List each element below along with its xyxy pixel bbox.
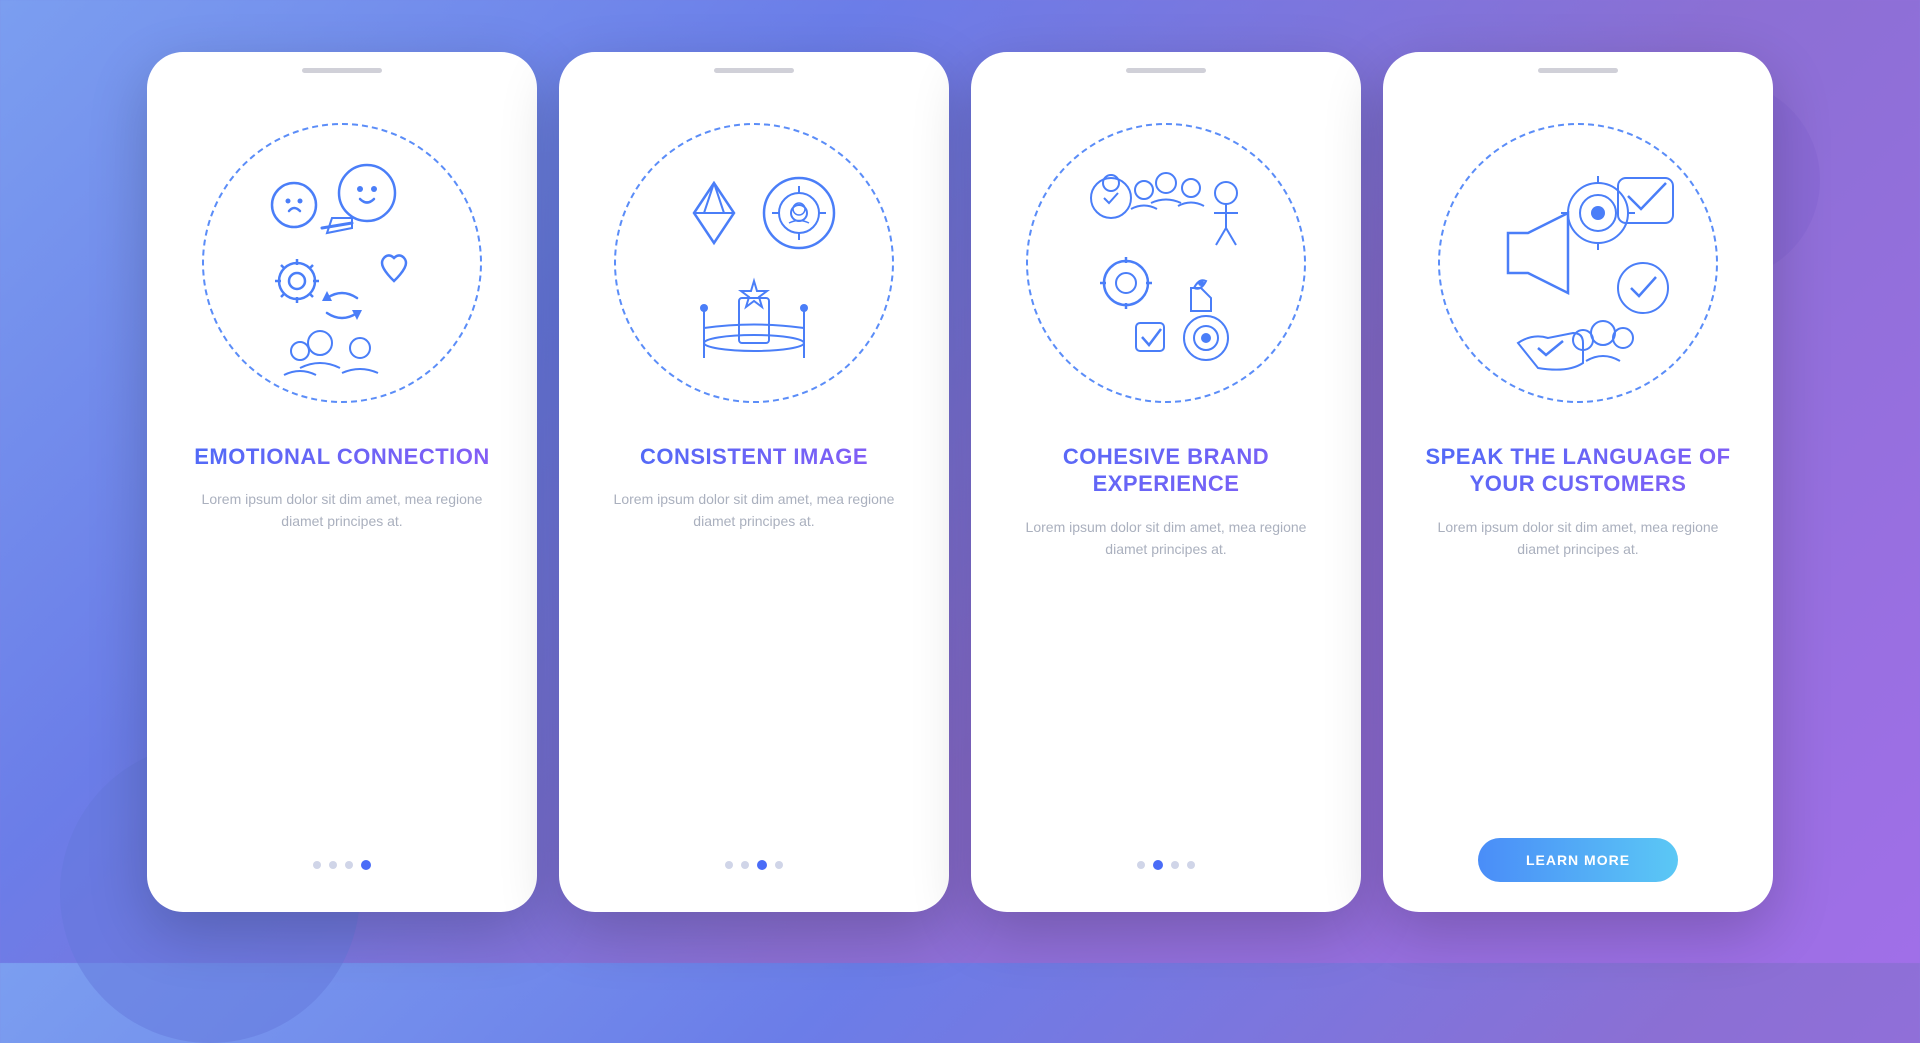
illustration-svg-3 <box>1036 133 1296 393</box>
card-body-1: Lorem ipsum dolor sit dim amet, mea regi… <box>147 488 537 533</box>
learn-more-button[interactable]: LEARN MORE <box>1478 838 1678 882</box>
phone-card-cohesive-brand: COHESIVE BRAND EXPERIENCE Lorem ipsum do… <box>971 52 1361 912</box>
dot <box>741 861 749 869</box>
card-title-4: SPEAK THE LANGUAGE OF YOUR CUSTOMERS <box>1383 443 1773 498</box>
dot <box>1171 861 1179 869</box>
illustration-area-1 <box>147 83 537 443</box>
illustration-area-4 <box>1383 83 1773 443</box>
phone-card-speak-language: SPEAK THE LANGUAGE OF YOUR CUSTOMERS Lor… <box>1383 52 1773 912</box>
phone-card-consistent-image: CONSISTENT IMAGE Lorem ipsum dolor sit d… <box>559 52 949 912</box>
dot <box>1137 861 1145 869</box>
dot <box>1187 861 1195 869</box>
dot-active <box>1153 860 1163 870</box>
illustration-svg-4 <box>1448 133 1708 393</box>
card-title-1: EMOTIONAL CONNECTION <box>164 443 520 471</box>
card-body-3: Lorem ipsum dolor sit dim amet, mea regi… <box>971 516 1361 561</box>
dot <box>345 861 353 869</box>
dot <box>775 861 783 869</box>
dashed-circle-2 <box>614 123 894 403</box>
dot-active <box>757 860 767 870</box>
dots-3 <box>1137 860 1195 870</box>
dot-active <box>361 860 371 870</box>
phone-notch <box>302 68 382 73</box>
illustration-svg-1 <box>212 133 472 393</box>
card-title-3: COHESIVE BRAND EXPERIENCE <box>971 443 1361 498</box>
dots-2 <box>725 860 783 870</box>
illustration-area-2 <box>559 83 949 443</box>
card-body-4: Lorem ipsum dolor sit dim amet, mea regi… <box>1383 516 1773 561</box>
dots-1 <box>313 860 371 870</box>
phone-notch <box>1126 68 1206 73</box>
illustration-area-3 <box>971 83 1361 443</box>
dashed-circle-1 <box>202 123 482 403</box>
phone-notch <box>1538 68 1618 73</box>
cards-container: EMOTIONAL CONNECTION Lorem ipsum dolor s… <box>147 52 1773 912</box>
card-title-2: CONSISTENT IMAGE <box>610 443 898 471</box>
dashed-circle-4 <box>1438 123 1718 403</box>
card-body-2: Lorem ipsum dolor sit dim amet, mea regi… <box>559 488 949 533</box>
dot <box>329 861 337 869</box>
dot <box>725 861 733 869</box>
illustration-svg-2 <box>624 133 884 393</box>
phone-notch <box>714 68 794 73</box>
phone-card-emotional-connection: EMOTIONAL CONNECTION Lorem ipsum dolor s… <box>147 52 537 912</box>
dot <box>313 861 321 869</box>
dashed-circle-3 <box>1026 123 1306 403</box>
